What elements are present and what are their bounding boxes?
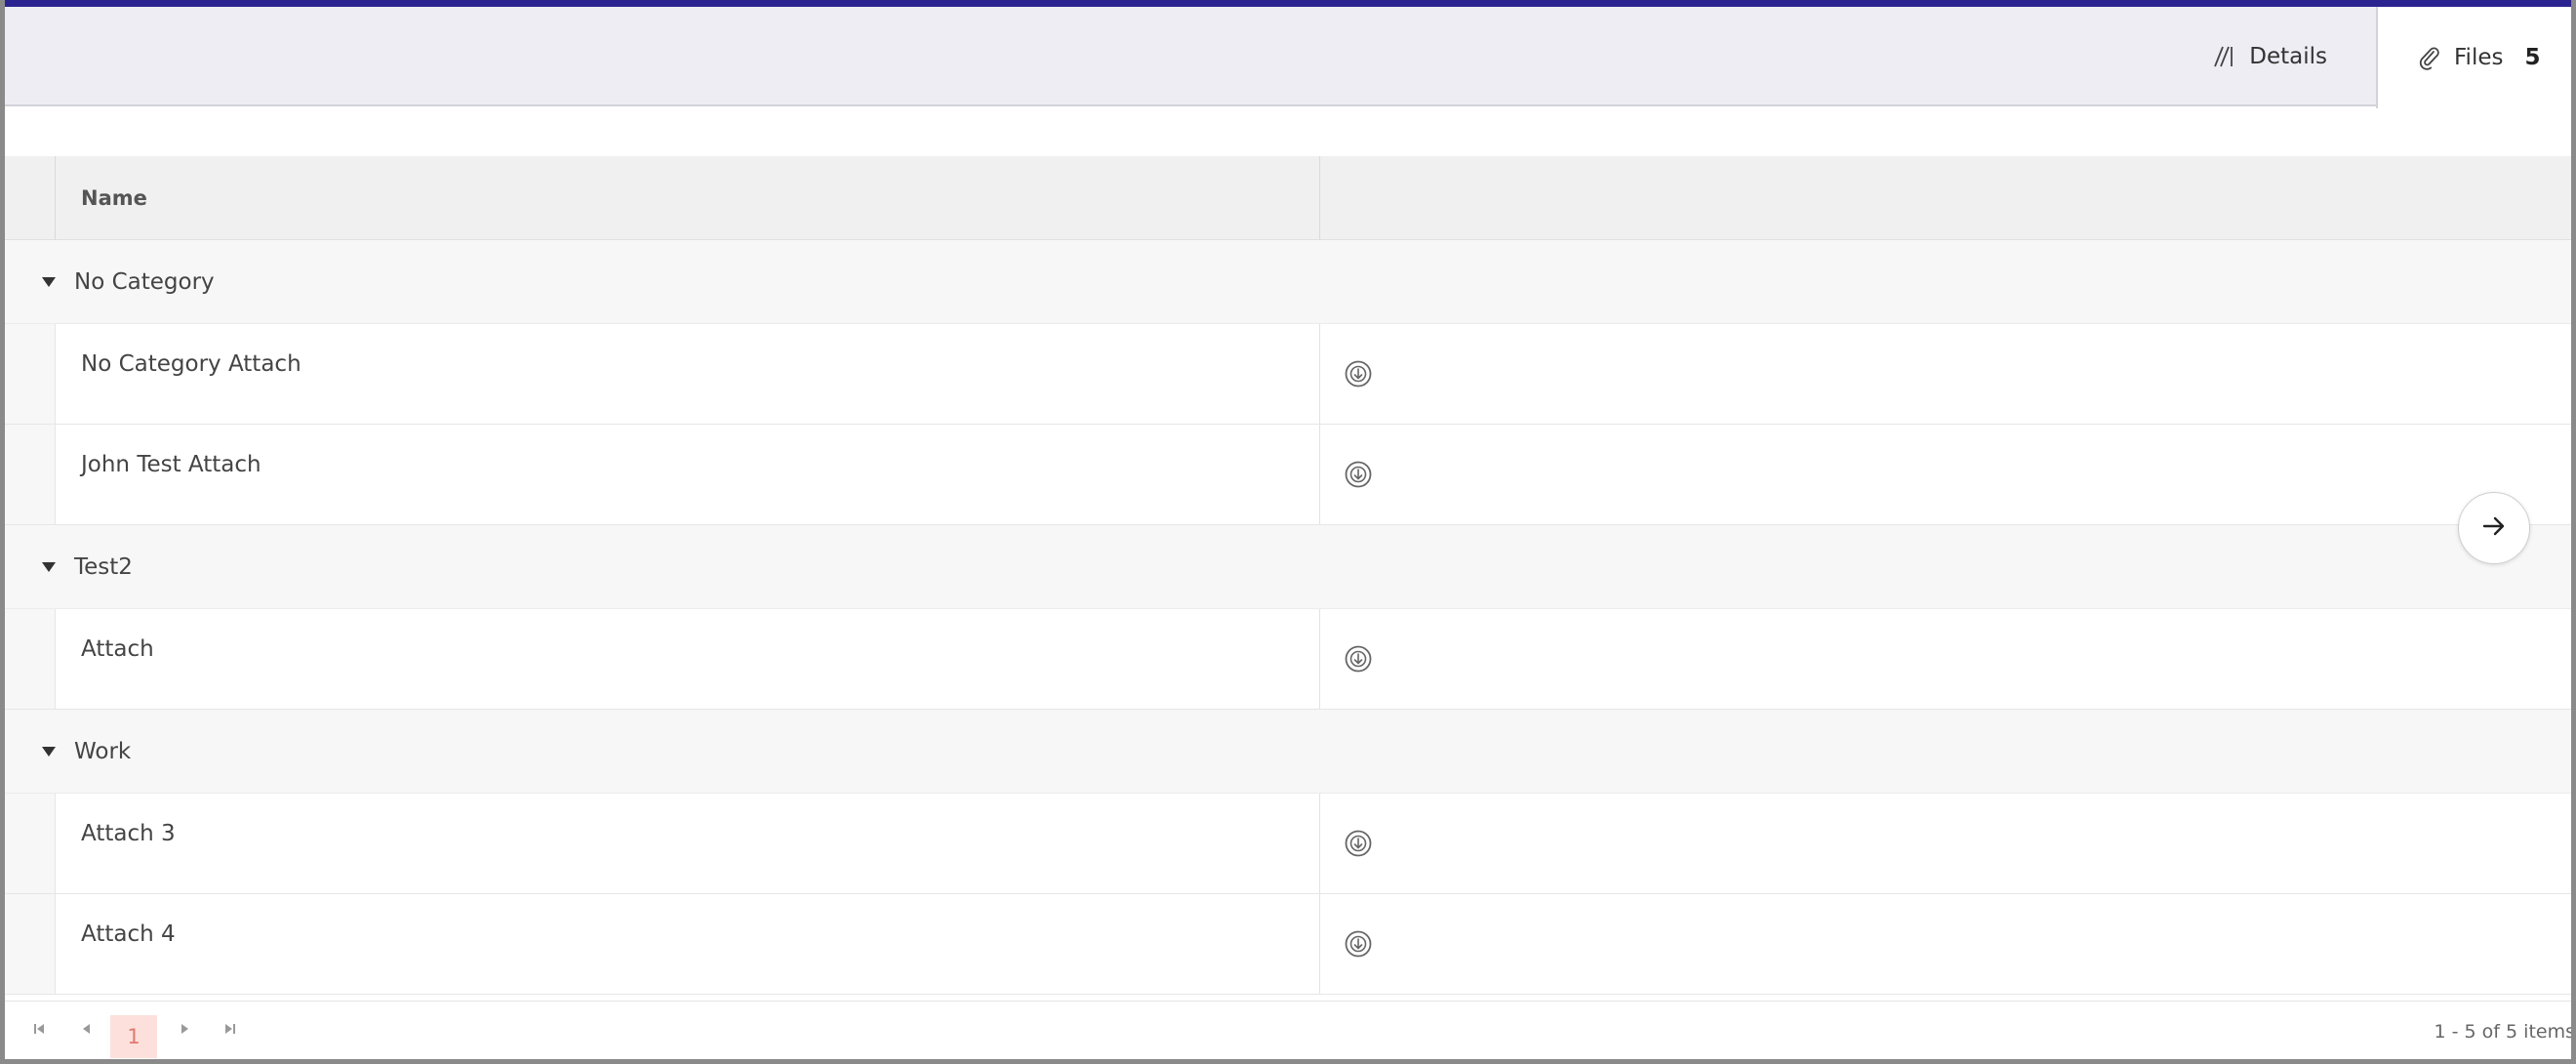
tab-details-label: Details: [2249, 44, 2327, 69]
caret-left-icon: [83, 1024, 90, 1034]
group-row[interactable]: No Category: [5, 240, 2571, 324]
download-icon[interactable]: [1344, 359, 1373, 389]
file-name: John Test Attach: [56, 425, 1320, 524]
pager: 1 1 - 5 of 5 items: [5, 1001, 2571, 1059]
caret-down-icon[interactable]: [42, 276, 56, 287]
row-indent: [5, 794, 56, 893]
file-row[interactable]: No Category Attach: [5, 324, 2571, 425]
accent-strip: [5, 0, 2571, 7]
header-spacer: [5, 156, 56, 240]
attachments-panel: Details Files 5 Name No Category No Categ…: [5, 0, 2571, 1059]
caret-right-icon: [181, 1024, 188, 1034]
slashes-icon: [2212, 45, 2235, 68]
file-row[interactable]: Attach 4: [5, 894, 2571, 995]
file-name: No Category Attach: [56, 324, 1320, 424]
group-label: Work: [74, 738, 132, 764]
download-icon[interactable]: [1344, 460, 1373, 489]
file-row[interactable]: John Test Attach: [5, 425, 2571, 525]
row-indent: [5, 894, 56, 994]
download-icon[interactable]: [1344, 929, 1373, 959]
row-indent: [5, 324, 56, 424]
tab-files[interactable]: Files 5: [2376, 7, 2571, 108]
column-header-name[interactable]: Name: [56, 156, 1320, 240]
row-indent: [5, 609, 56, 709]
group-row[interactable]: Test2: [5, 525, 2571, 609]
last-page-button[interactable]: [221, 1019, 237, 1043]
file-name: Attach 4: [56, 894, 1320, 994]
group-row[interactable]: Work: [5, 710, 2571, 794]
prev-page-button[interactable]: [79, 1019, 95, 1043]
last-page-icon: [225, 1024, 235, 1034]
caret-down-icon[interactable]: [42, 561, 56, 572]
file-row[interactable]: Attach: [5, 609, 2571, 710]
tab-files-label: Files: [2454, 45, 2504, 70]
file-row[interactable]: Attach 3: [5, 794, 2571, 894]
first-page-button[interactable]: [32, 1019, 48, 1043]
file-name: Attach 3: [56, 794, 1320, 893]
file-name: Attach: [56, 609, 1320, 709]
group-label: No Category: [74, 268, 215, 295]
tab-details[interactable]: Details: [2191, 7, 2349, 106]
page-1-button[interactable]: 1: [110, 1015, 157, 1058]
grid-header: Name: [5, 156, 2571, 240]
tab-bar: Details Files 5: [5, 7, 2571, 108]
caret-down-icon[interactable]: [42, 746, 56, 757]
next-arrow-button[interactable]: [2458, 492, 2530, 564]
row-indent: [5, 425, 56, 524]
download-icon[interactable]: [1344, 644, 1373, 674]
group-label: Test2: [74, 553, 133, 580]
first-page-icon: [34, 1024, 44, 1034]
pager-info: 1 - 5 of 5 items: [2434, 1021, 2571, 1043]
paperclip-icon: [2417, 45, 2440, 70]
download-icon[interactable]: [1344, 829, 1373, 858]
files-grid: Name No Category No Category Attach John T…: [5, 156, 2571, 1001]
arrow-right-icon: [2479, 512, 2509, 545]
next-page-button[interactable]: [177, 1019, 192, 1043]
files-count-badge: 5: [2524, 45, 2541, 70]
